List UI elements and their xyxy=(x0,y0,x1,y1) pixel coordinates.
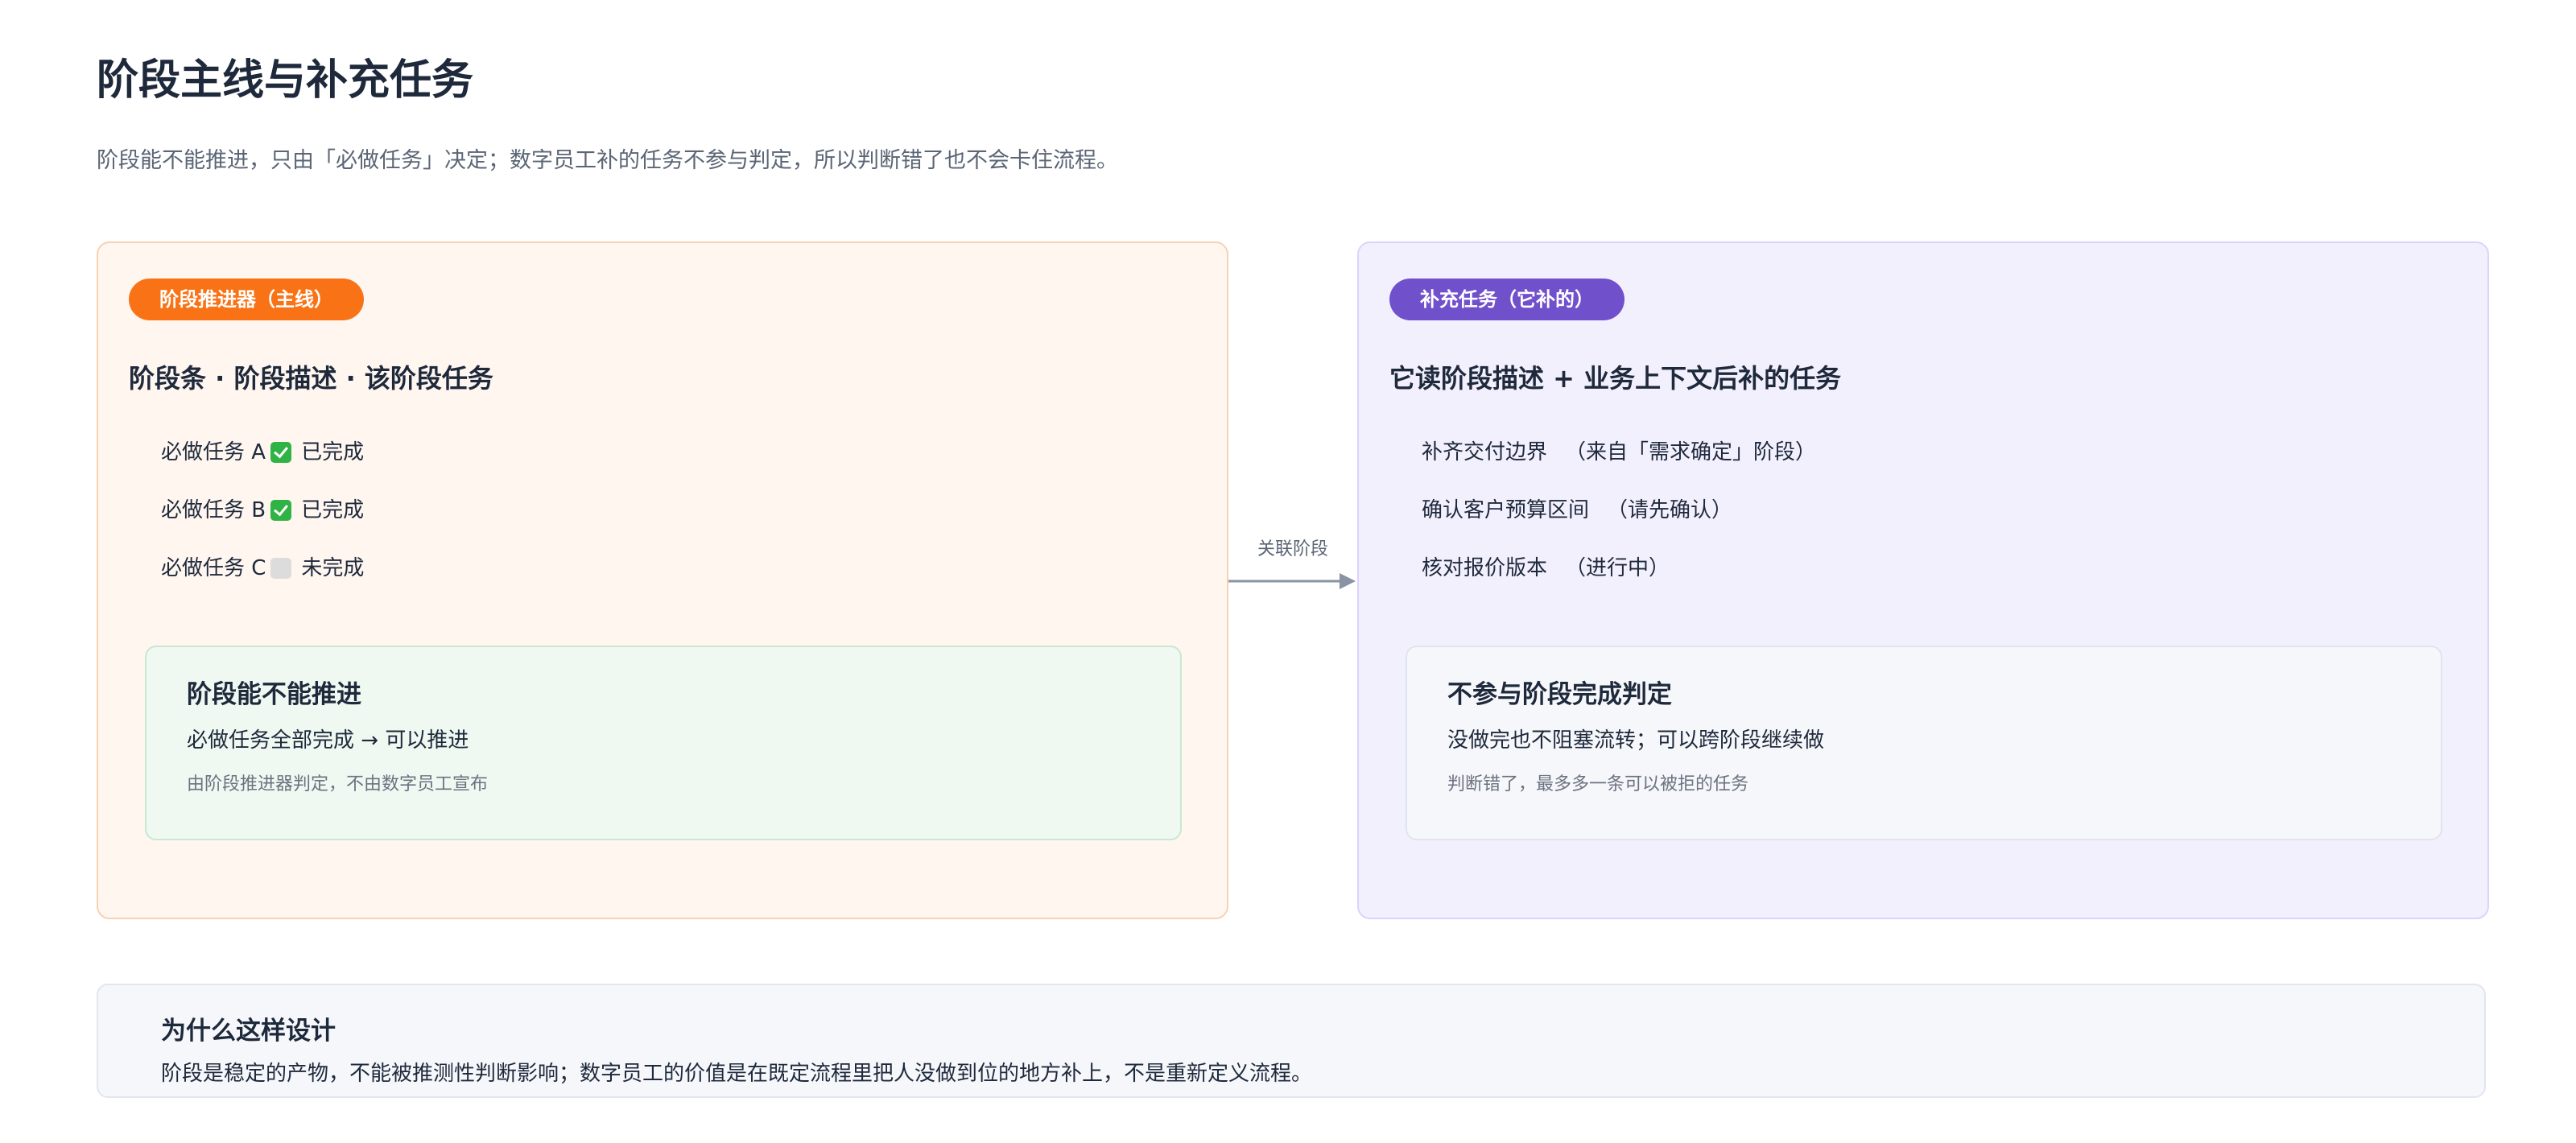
supplementary-task-panel: 补充任务（它补的） 它读阶段描述 + 业务上下文后补的任务 补齐交付边界 （来自… xyxy=(1357,241,2489,919)
no-judgement-box: 不参与阶段完成判定 没做完也不阻塞流转；可以跨阶段继续做 判断错了，最多多一条可… xyxy=(1406,646,2442,840)
supplementary-task-item: 核对报价版本 （进行中） xyxy=(1422,549,1816,607)
task-note: （进行中） xyxy=(1565,556,1670,580)
design-rationale-text: 阶段是稳定的产物，不能被推测性判断影响；数字员工的价值是在既定流程里把人没做到位… xyxy=(161,1062,1313,1086)
supplementary-task-list: 补齐交付边界 （来自「需求确定」阶段） 确认客户预算区间 （请先确认） 核对报价… xyxy=(1422,433,1816,607)
supplementary-task-item: 确认客户预算区间 （请先确认） xyxy=(1422,491,1816,549)
supplementary-task-item: 补齐交付边界 （来自「需求确定」阶段） xyxy=(1422,433,1816,491)
required-task-item: 必做任务 C 未完成 xyxy=(161,549,364,607)
required-task-item: 必做任务 B 已完成 xyxy=(161,491,364,549)
no-judgement-text: 没做完也不阻塞流转；可以跨阶段继续做 xyxy=(1447,728,1825,753)
task-name: 必做任务 B xyxy=(161,498,266,522)
required-task-item: 必做任务 A 已完成 xyxy=(161,433,364,491)
task-name: 必做任务 A xyxy=(161,440,266,464)
stage-advancer-heading: 阶段条 · 阶段描述 · 该阶段任务 xyxy=(129,363,493,394)
task-name: 补齐交付边界 xyxy=(1422,440,1548,464)
advance-rule-title: 阶段能不能推进 xyxy=(187,680,361,709)
task-note: （来自「需求确定」阶段） xyxy=(1565,440,1817,464)
advance-rule-box: 阶段能不能推进 必做任务全部完成 → 可以推进 由阶段推进器判定，不由数字员工宣… xyxy=(145,646,1182,840)
task-name: 确认客户预算区间 xyxy=(1422,498,1590,522)
link-stage-connector: 关联阶段 xyxy=(1228,531,1357,612)
no-judgement-title: 不参与阶段完成判定 xyxy=(1447,680,1672,709)
check-done-icon xyxy=(270,500,292,521)
task-status: 已完成 xyxy=(301,498,365,522)
task-name: 必做任务 C xyxy=(161,556,266,580)
advance-rule-text: 必做任务全部完成 → 可以推进 xyxy=(187,728,469,753)
design-rationale-title: 为什么这样设计 xyxy=(161,1017,336,1046)
check-done-icon xyxy=(270,442,292,463)
advance-rule-note: 由阶段推进器判定，不由数字员工宣布 xyxy=(187,774,489,794)
stage-advancer-badge: 阶段推进器（主线） xyxy=(129,279,364,320)
supplementary-task-badge: 补充任务（它补的） xyxy=(1389,279,1624,320)
connector-label: 关联阶段 xyxy=(1257,539,1328,559)
task-note: （请先确认） xyxy=(1607,498,1733,522)
stage-advancer-panel: 阶段推进器（主线） 阶段条 · 阶段描述 · 该阶段任务 必做任务 A 已完成 … xyxy=(97,241,1228,919)
page-subtitle: 阶段能不能推进，只由「必做任务」决定；数字员工补的任务不参与判定，所以判断错了也… xyxy=(97,148,1118,173)
page-title: 阶段主线与补充任务 xyxy=(97,56,474,105)
supplementary-task-heading: 它读阶段描述 + 业务上下文后补的任务 xyxy=(1389,363,1842,394)
required-task-list: 必做任务 A 已完成 必做任务 B 已完成 必做任务 C 未完成 xyxy=(161,433,364,607)
task-status: 已完成 xyxy=(301,440,365,464)
arrow-right-icon xyxy=(1228,573,1356,589)
task-name: 核对报价版本 xyxy=(1422,556,1548,580)
task-status: 未完成 xyxy=(301,556,365,580)
no-judgement-note: 判断错了，最多多一条可以被拒的任务 xyxy=(1447,774,1749,794)
check-empty-icon xyxy=(270,558,292,579)
design-rationale-box: 为什么这样设计 阶段是稳定的产物，不能被推测性判断影响；数字员工的价值是在既定流… xyxy=(97,984,2486,1098)
